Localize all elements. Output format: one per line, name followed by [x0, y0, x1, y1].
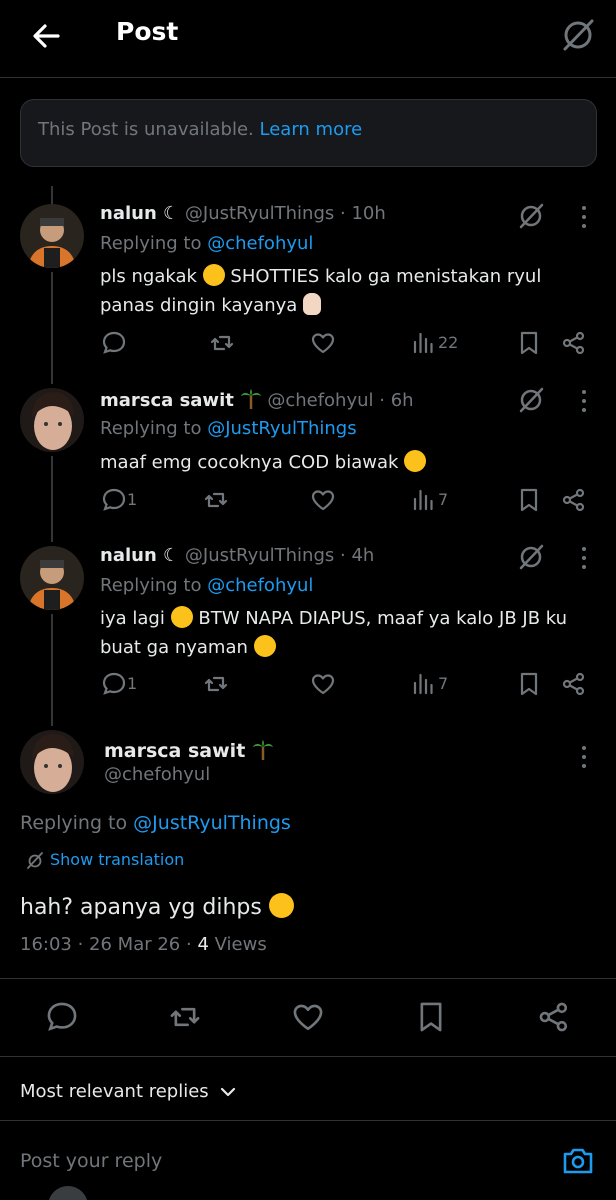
divider	[0, 978, 616, 979]
reply-count: 1	[127, 490, 138, 509]
arrow-left-icon[interactable]	[28, 18, 64, 54]
chevron-down-icon	[220, 1087, 235, 1096]
camera-icon[interactable]	[560, 1143, 596, 1179]
like-icon[interactable]	[291, 1000, 325, 1034]
avatar[interactable]	[20, 204, 84, 268]
palm-tree-emoji	[240, 389, 261, 409]
mention-link[interactable]: @chefohyul	[207, 233, 313, 254]
page-title: Post	[116, 17, 179, 46]
mention-link[interactable]: @JustRyulThings	[133, 812, 291, 834]
reply-input[interactable]: Post your reply	[20, 1150, 162, 1172]
replying-label: Replying to	[100, 418, 202, 439]
mention-link[interactable]: @chefohyul	[207, 575, 313, 596]
post-time: · 6h	[379, 390, 414, 411]
display-name[interactable]: nalun ☾	[100, 203, 179, 224]
display-name[interactable]: marsca sawit	[100, 390, 234, 411]
reply-text: pls ngakak SHOTTIES kalo ga menistakan r…	[100, 264, 542, 316]
reply-icon[interactable]	[101, 487, 127, 513]
thread-connector	[51, 456, 53, 542]
thread-connector	[51, 272, 53, 384]
user-handle[interactable]: @chefohyul	[267, 390, 373, 411]
views-icon[interactable]	[411, 487, 437, 513]
views-count: 7	[438, 674, 449, 693]
show-translation-label: Show translation	[50, 850, 185, 869]
replying-label: Replying to	[100, 575, 202, 596]
more-options-icon[interactable]	[574, 388, 594, 414]
user-handle[interactable]: @chefohyul	[104, 764, 210, 785]
post-time: · 4h	[340, 545, 375, 566]
unavailable-notice: This Post is unavailable. Learn more	[20, 99, 597, 167]
views-label: Views	[214, 934, 267, 955]
divider	[0, 1120, 616, 1121]
post-time: · 10h	[340, 203, 386, 224]
top-bar: Post	[0, 0, 616, 78]
reply-icon[interactable]	[101, 330, 127, 356]
show-translation-button[interactable]: Show translation	[26, 850, 184, 869]
like-icon[interactable]	[310, 487, 336, 513]
bookmark-icon[interactable]	[516, 671, 542, 697]
views-count: 4	[197, 934, 209, 955]
crying-face-emoji	[268, 893, 294, 918]
grok-icon[interactable]	[516, 384, 546, 414]
views-count: 22	[438, 333, 459, 352]
rofl-emoji	[202, 264, 225, 286]
share-icon[interactable]	[561, 330, 587, 356]
divider	[0, 1056, 616, 1057]
sort-label: Most relevant replies	[20, 1081, 209, 1102]
share-icon[interactable]	[537, 1000, 571, 1034]
repost-icon[interactable]	[209, 330, 235, 356]
bookmark-icon[interactable]	[516, 330, 542, 356]
reply-count: 1	[127, 674, 138, 693]
display-name[interactable]: nalun ☾	[100, 545, 179, 566]
views-icon[interactable]	[411, 671, 437, 697]
floating-button[interactable]	[48, 1186, 88, 1200]
sort-replies-dropdown[interactable]: Most relevant replies	[20, 1081, 237, 1102]
avatar[interactable]	[20, 388, 84, 452]
post-text: hah? apanya yg dihps	[20, 893, 294, 920]
reply-text: maaf emg cocoknya COD biawak	[100, 448, 590, 477]
crying-face-emoji	[253, 635, 276, 657]
call-me-hand-emoji	[303, 293, 322, 315]
reply-icon[interactable]	[101, 671, 127, 697]
grok-icon[interactable]	[516, 200, 546, 230]
palm-tree-emoji	[252, 740, 273, 760]
like-icon[interactable]	[310, 671, 336, 697]
bookmark-icon[interactable]	[516, 487, 542, 513]
views-count: 7	[438, 490, 449, 509]
more-options-icon[interactable]	[574, 204, 594, 230]
user-handle[interactable]: @JustRyulThings	[185, 203, 334, 224]
share-icon[interactable]	[561, 487, 587, 513]
more-options-icon[interactable]	[574, 545, 594, 571]
grok-icon[interactable]	[516, 541, 546, 571]
display-name[interactable]: marsca sawit	[104, 740, 245, 762]
user-handle[interactable]: @JustRyulThings	[185, 545, 334, 566]
replying-label: Replying to	[20, 812, 128, 834]
share-icon[interactable]	[561, 671, 587, 697]
mention-link[interactable]: @JustRyulThings	[207, 418, 356, 439]
replying-label: Replying to	[100, 233, 202, 254]
bookmark-icon[interactable]	[414, 1000, 448, 1034]
repost-icon[interactable]	[168, 1000, 202, 1034]
grok-icon	[27, 851, 43, 869]
thread-connector	[51, 186, 53, 204]
more-options-icon[interactable]	[574, 744, 594, 770]
shushing-face-emoji	[404, 450, 427, 472]
learn-more-link[interactable]: Learn more	[260, 119, 363, 140]
like-icon[interactable]	[310, 330, 336, 356]
rofl-emoji	[170, 606, 193, 628]
avatar[interactable]	[20, 546, 84, 610]
post-timestamp: 16:03 · 26 Mar 26 ·	[20, 934, 192, 955]
reply-text: iya lagi BTW NAPA DIAPUS, maaf ya kalo J…	[100, 606, 568, 658]
thread-connector	[51, 614, 53, 726]
grok-icon[interactable]	[558, 14, 598, 54]
avatar[interactable]	[20, 730, 84, 794]
unavailable-text: This Post is unavailable.	[38, 119, 254, 140]
reply-icon[interactable]	[45, 1000, 79, 1034]
post-meta: 16:03 · 26 Mar 26 · 4 Views	[20, 934, 267, 955]
views-icon[interactable]	[411, 330, 437, 356]
repost-icon[interactable]	[203, 487, 229, 513]
repost-icon[interactable]	[203, 671, 229, 697]
